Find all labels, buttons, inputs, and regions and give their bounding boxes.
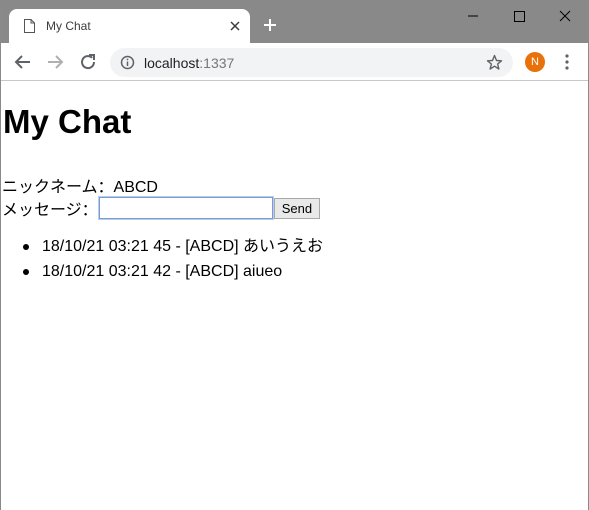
address-bar[interactable]: localhost:1337 (110, 48, 513, 77)
message-row: メッセージ： Send (2, 196, 321, 220)
arrow-left-icon[interactable] (12, 51, 34, 73)
minimize-icon[interactable] (450, 1, 496, 31)
close-icon[interactable] (227, 18, 243, 34)
plus-icon[interactable] (262, 17, 278, 33)
bullet-icon (23, 244, 29, 250)
message-text: 18/10/21 03:21 45 - [ABCD] あいうえお (42, 238, 324, 255)
list-item: 18/10/21 03:21 42 - [ABCD] aiueo (23, 261, 323, 286)
avatar[interactable]: N (525, 52, 545, 72)
browser-toolbar: localhost:1337 N (1, 43, 588, 81)
message-label: メッセージ： (2, 202, 98, 219)
maximize-icon[interactable] (496, 1, 542, 31)
url-host: localhost (144, 55, 200, 71)
nickname-label: ニックネーム： (2, 179, 114, 196)
url-text: localhost:1337 (144, 55, 234, 71)
kebab-menu-icon[interactable] (559, 53, 575, 71)
nickname-row: ニックネーム：ABCD (2, 173, 158, 197)
send-button[interactable]: Send (273, 197, 321, 219)
reload-icon[interactable] (77, 51, 99, 73)
page-content: My Chat ニックネーム：ABCD メッセージ： Send 18/10/21… (1, 82, 588, 510)
message-input[interactable] (97, 196, 274, 220)
list-item: 18/10/21 03:21 45 - [ABCD] あいうえお (23, 236, 323, 261)
page-title: My Chat (3, 103, 132, 140)
url-port: :1337 (199, 55, 235, 71)
window-close-icon[interactable] (542, 1, 588, 31)
browser-window: My Chat localhost:1337 N My Chat ニックネーム：… (0, 0, 589, 510)
tab-title: My Chat (46, 19, 91, 33)
title-bar: My Chat (1, 1, 588, 43)
info-icon[interactable] (120, 55, 135, 70)
message-list: 18/10/21 03:21 45 - [ABCD] あいうえお 18/10/2… (23, 236, 323, 286)
nickname-value: ABCD (113, 179, 158, 196)
star-icon[interactable] (486, 54, 503, 71)
bullet-icon (23, 269, 29, 275)
arrow-right-icon[interactable] (44, 51, 66, 73)
tab-my-chat[interactable]: My Chat (9, 9, 250, 43)
page-icon (24, 19, 35, 33)
message-text: 18/10/21 03:21 42 - [ABCD] aiueo (42, 263, 283, 280)
